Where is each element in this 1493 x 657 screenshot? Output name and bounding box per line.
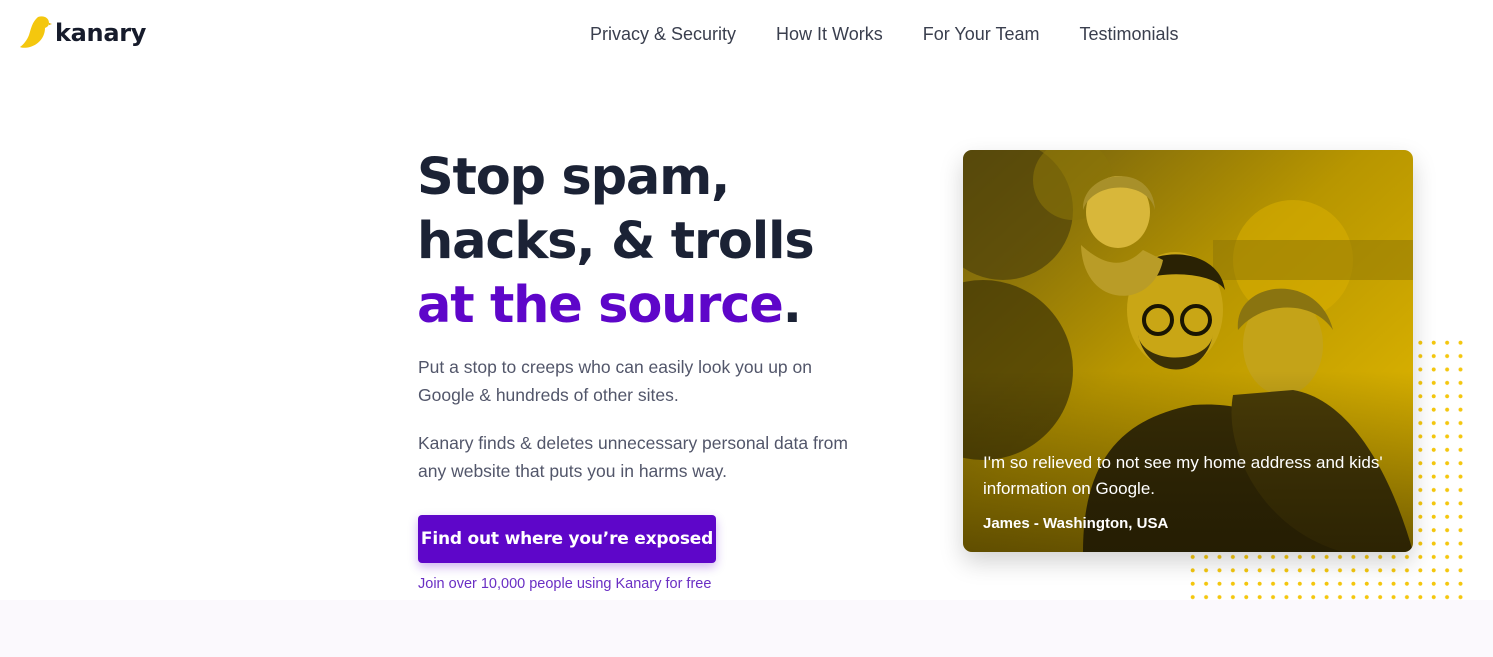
testimonial-card: I'm so relieved to not see my home addre… (963, 150, 1413, 552)
section-background (0, 600, 1493, 657)
nav-privacy-security[interactable]: Privacy & Security (590, 24, 736, 45)
brand-name: kanary (55, 19, 147, 47)
main-nav: Privacy & Security How It Works For Your… (590, 24, 1219, 45)
nav-how-it-works[interactable]: How It Works (776, 24, 883, 45)
testimonial-quote: I'm so relieved to not see my home addre… (983, 453, 1383, 498)
hero-paragraph-2: Kanary finds & deletes unnecessary perso… (418, 433, 848, 481)
join-subnote-link[interactable]: Join over 10,000 people using Kanary for… (418, 576, 711, 592)
hero-title-line2: hacks, & trolls (417, 212, 815, 271)
testimonial-author: James - Washington, USA (983, 515, 1169, 532)
hero-title-line1: Stop spam, (417, 148, 730, 207)
hero-paragraph-1: Put a stop to creeps who can easily look… (418, 357, 812, 405)
hero-title: Stop spam, hacks, & trolls at the source… (417, 146, 887, 338)
nav-for-your-team[interactable]: For Your Team (923, 24, 1040, 45)
canary-bird-icon (20, 16, 52, 48)
find-exposure-button[interactable]: Find out where you’re exposed (418, 515, 716, 563)
kanary-logo[interactable]: kanary (18, 14, 146, 50)
nav-testimonials[interactable]: Testimonials (1079, 24, 1178, 45)
hero-title-period: . (782, 276, 802, 335)
hero-title-accent: at the source (417, 276, 784, 335)
